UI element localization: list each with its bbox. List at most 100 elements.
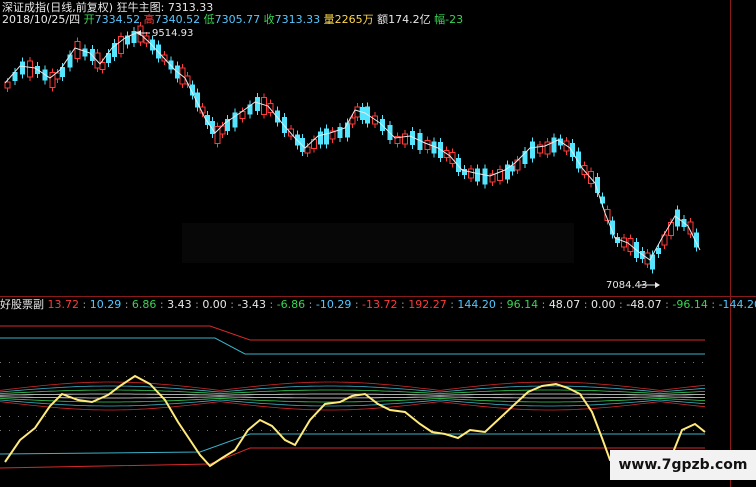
candle-body — [118, 36, 124, 54]
low-arrow-head — [655, 282, 660, 288]
candle-body — [82, 48, 88, 57]
grid-dot — [702, 416, 703, 417]
grid-dot — [450, 376, 451, 377]
candle-body — [354, 106, 361, 118]
grid-dot — [261, 416, 262, 417]
candle-body — [456, 158, 461, 172]
grid-dot — [0, 430, 1, 431]
grid-dot — [513, 416, 514, 417]
grid-dot — [324, 376, 325, 377]
grid-dot — [477, 376, 478, 377]
grid-dot — [117, 376, 118, 377]
grid-dot — [225, 362, 226, 363]
grid-dot — [27, 376, 28, 377]
grid-dot — [639, 430, 640, 431]
grid-dot — [702, 376, 703, 377]
grid-dot — [144, 416, 145, 417]
grid-dot — [351, 416, 352, 417]
grid-dot — [342, 376, 343, 377]
candle-body — [345, 122, 350, 138]
grid-dot — [522, 416, 523, 417]
grid-dot — [279, 430, 280, 431]
grid-dot — [288, 430, 289, 431]
grid-dot — [171, 376, 172, 377]
candle-body — [668, 222, 674, 236]
grid-dot — [657, 362, 658, 363]
grid-dot — [585, 430, 586, 431]
grid-dot — [423, 416, 424, 417]
grid-dot — [45, 362, 46, 363]
scale-label: 96.14 — [506, 298, 539, 311]
grid-dot — [9, 376, 10, 377]
candle-body — [349, 117, 356, 125]
grid-dot — [459, 430, 460, 431]
grid-dot — [306, 376, 307, 377]
grid-dot — [18, 362, 19, 363]
grid-dot — [162, 376, 163, 377]
grid-dot — [387, 376, 388, 377]
grid-dot — [522, 376, 523, 377]
grid-dot — [549, 362, 550, 363]
lower-band-cyan — [0, 433, 705, 455]
candle-body — [275, 110, 280, 123]
grid-dot — [675, 416, 676, 417]
grid-dot — [594, 430, 595, 431]
grid-dot — [423, 430, 424, 431]
grid-dot — [216, 416, 217, 417]
grid-dot — [126, 376, 127, 377]
grid-dot — [630, 362, 631, 363]
grid-dot — [243, 430, 244, 431]
grid-dot — [477, 416, 478, 417]
grid-dot — [279, 376, 280, 377]
candle-body — [588, 171, 594, 184]
grid-dot — [459, 376, 460, 377]
grid-dot — [531, 376, 532, 377]
grid-dot — [693, 430, 694, 431]
grid-dot — [531, 362, 532, 363]
grid-dot — [180, 362, 181, 363]
close-value: 7313.33 — [274, 13, 321, 26]
high-annotation: 9514.93 — [152, 28, 194, 39]
grid-dot — [405, 416, 406, 417]
grid-dot — [63, 430, 64, 431]
grid-dot — [468, 416, 469, 417]
grid-dot — [558, 416, 559, 417]
grid-dot — [342, 416, 343, 417]
grid-dot — [342, 430, 343, 431]
grid-dot — [180, 416, 181, 417]
grid-dot — [495, 362, 496, 363]
grid-dot — [135, 430, 136, 431]
scale-label: 6.86 — [131, 298, 157, 311]
grid-dot — [369, 362, 370, 363]
grid-dot — [297, 416, 298, 417]
grid-dot — [414, 430, 415, 431]
grid-dot — [477, 362, 478, 363]
grid-dot — [306, 416, 307, 417]
grid-dot — [54, 376, 55, 377]
grid-dot — [666, 416, 667, 417]
grid-dot — [450, 362, 451, 363]
grid-dot — [378, 416, 379, 417]
grid-dot — [198, 362, 199, 363]
grid-dot — [495, 430, 496, 431]
candle-body — [27, 60, 33, 78]
grid-dot — [621, 362, 622, 363]
chart-canvas[interactable] — [0, 0, 756, 487]
grid-dot — [612, 376, 613, 377]
grid-dot — [27, 430, 28, 431]
grid-dot — [189, 376, 190, 377]
grid-dot — [612, 362, 613, 363]
scale-label: -144.20 — [718, 298, 756, 311]
grid-dot — [414, 416, 415, 417]
grid-dot — [378, 362, 379, 363]
scale-label: 10.29 — [89, 298, 122, 311]
grid-dot — [90, 376, 91, 377]
grid-dot — [540, 376, 541, 377]
grid-dot — [522, 430, 523, 431]
grid-dot — [504, 376, 505, 377]
scale-label: -6.86 — [276, 298, 306, 311]
scale-label: 48.07 — [548, 298, 581, 311]
grid-dot — [198, 430, 199, 431]
grid-dot — [540, 430, 541, 431]
grid-dot — [216, 376, 217, 377]
